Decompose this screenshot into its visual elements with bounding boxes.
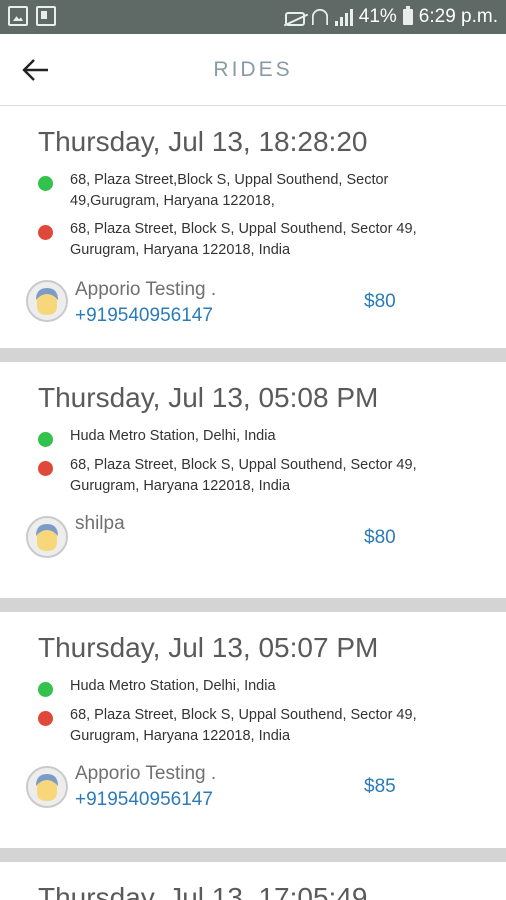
ride-price: $80 — [364, 527, 396, 548]
drop-dot-icon — [38, 461, 53, 476]
drop-address: 68, Plaza Street, Block S, Uppal Southen… — [70, 707, 417, 744]
clock: 6:29 p.m. — [418, 6, 498, 27]
drop-location: 68, Plaza Street, Block S, Uppal Southen… — [38, 455, 460, 497]
driver-name: shilpa — [75, 513, 125, 534]
driver-phone[interactable]: +919540956147 — [75, 305, 213, 327]
ride-card[interactable]: Thursday, Jul 13, 18:28:20 68, Plaza Str… — [0, 106, 506, 362]
pickup-dot-icon — [38, 176, 53, 191]
status-bar: 41% 6:29 p.m. — [0, 0, 506, 34]
drop-address: 68, Plaza Street, Block S, Uppal Southen… — [70, 457, 417, 494]
mute-icon — [284, 11, 305, 26]
battery-icon — [402, 6, 413, 25]
drop-address: 68, Plaza Street, Block S, Uppal Southen… — [70, 221, 417, 258]
ride-price: $80 — [364, 291, 396, 312]
user-avatar-icon — [28, 768, 66, 806]
ride-date: Thursday, Jul 13, 18:28:20 — [38, 126, 368, 157]
driver-name: Apporio Testing . — [75, 763, 217, 784]
drop-dot-icon — [38, 711, 53, 726]
user-avatar-icon — [28, 282, 66, 320]
ride-date: Thursday, Jul 13, 05:08 PM — [38, 382, 379, 413]
pickup-address: 68, Plaza Street,Block S, Uppal Southend… — [70, 172, 389, 209]
image-icon — [8, 6, 28, 26]
ride-date: Thursday, Jul 13, 17:05:49 — [38, 882, 368, 900]
ride-date: Thursday, Jul 13, 05:07 PM — [38, 632, 379, 663]
drop-dot-icon — [38, 225, 53, 240]
pickup-address: Huda Metro Station, Delhi, India — [70, 678, 276, 694]
ride-card[interactable]: Thursday, Jul 13, 05:08 PM Huda Metro St… — [0, 362, 506, 612]
avatar — [26, 766, 68, 808]
user-avatar-icon — [28, 518, 66, 556]
avatar — [26, 516, 68, 558]
avatar — [26, 280, 68, 322]
signal-icon — [334, 8, 353, 26]
pickup-location: Huda Metro Station, Delhi, India — [38, 426, 460, 447]
driver-phone[interactable]: +919540956147 — [75, 789, 213, 811]
ride-price: $85 — [364, 776, 396, 797]
ride-card[interactable]: Thursday, Jul 13, 17:05:49 — [0, 862, 506, 900]
app-header: RIDES — [0, 34, 506, 106]
page-title: RIDES — [213, 58, 293, 81]
pickup-location: 68, Plaza Street,Block S, Uppal Southend… — [38, 170, 460, 212]
pickup-dot-icon — [38, 432, 53, 447]
driver-name: Apporio Testing . — [75, 279, 217, 300]
pickup-address: Huda Metro Station, Delhi, India — [70, 428, 276, 444]
status-bar-right: 41% 6:29 p.m. — [284, 0, 498, 34]
teletype-icon — [36, 6, 56, 26]
wifi-icon — [311, 8, 328, 26]
rides-list: Thursday, Jul 13, 18:28:20 68, Plaza Str… — [0, 106, 506, 900]
ride-card[interactable]: Thursday, Jul 13, 05:07 PM Huda Metro St… — [0, 612, 506, 862]
pickup-dot-icon — [38, 682, 53, 697]
drop-location: 68, Plaza Street, Block S, Uppal Southen… — [38, 705, 460, 747]
drop-location: 68, Plaza Street, Block S, Uppal Southen… — [38, 219, 460, 261]
status-bar-left — [8, 6, 56, 26]
battery-percent: 41% — [358, 6, 397, 27]
pickup-location: Huda Metro Station, Delhi, India — [38, 676, 460, 697]
